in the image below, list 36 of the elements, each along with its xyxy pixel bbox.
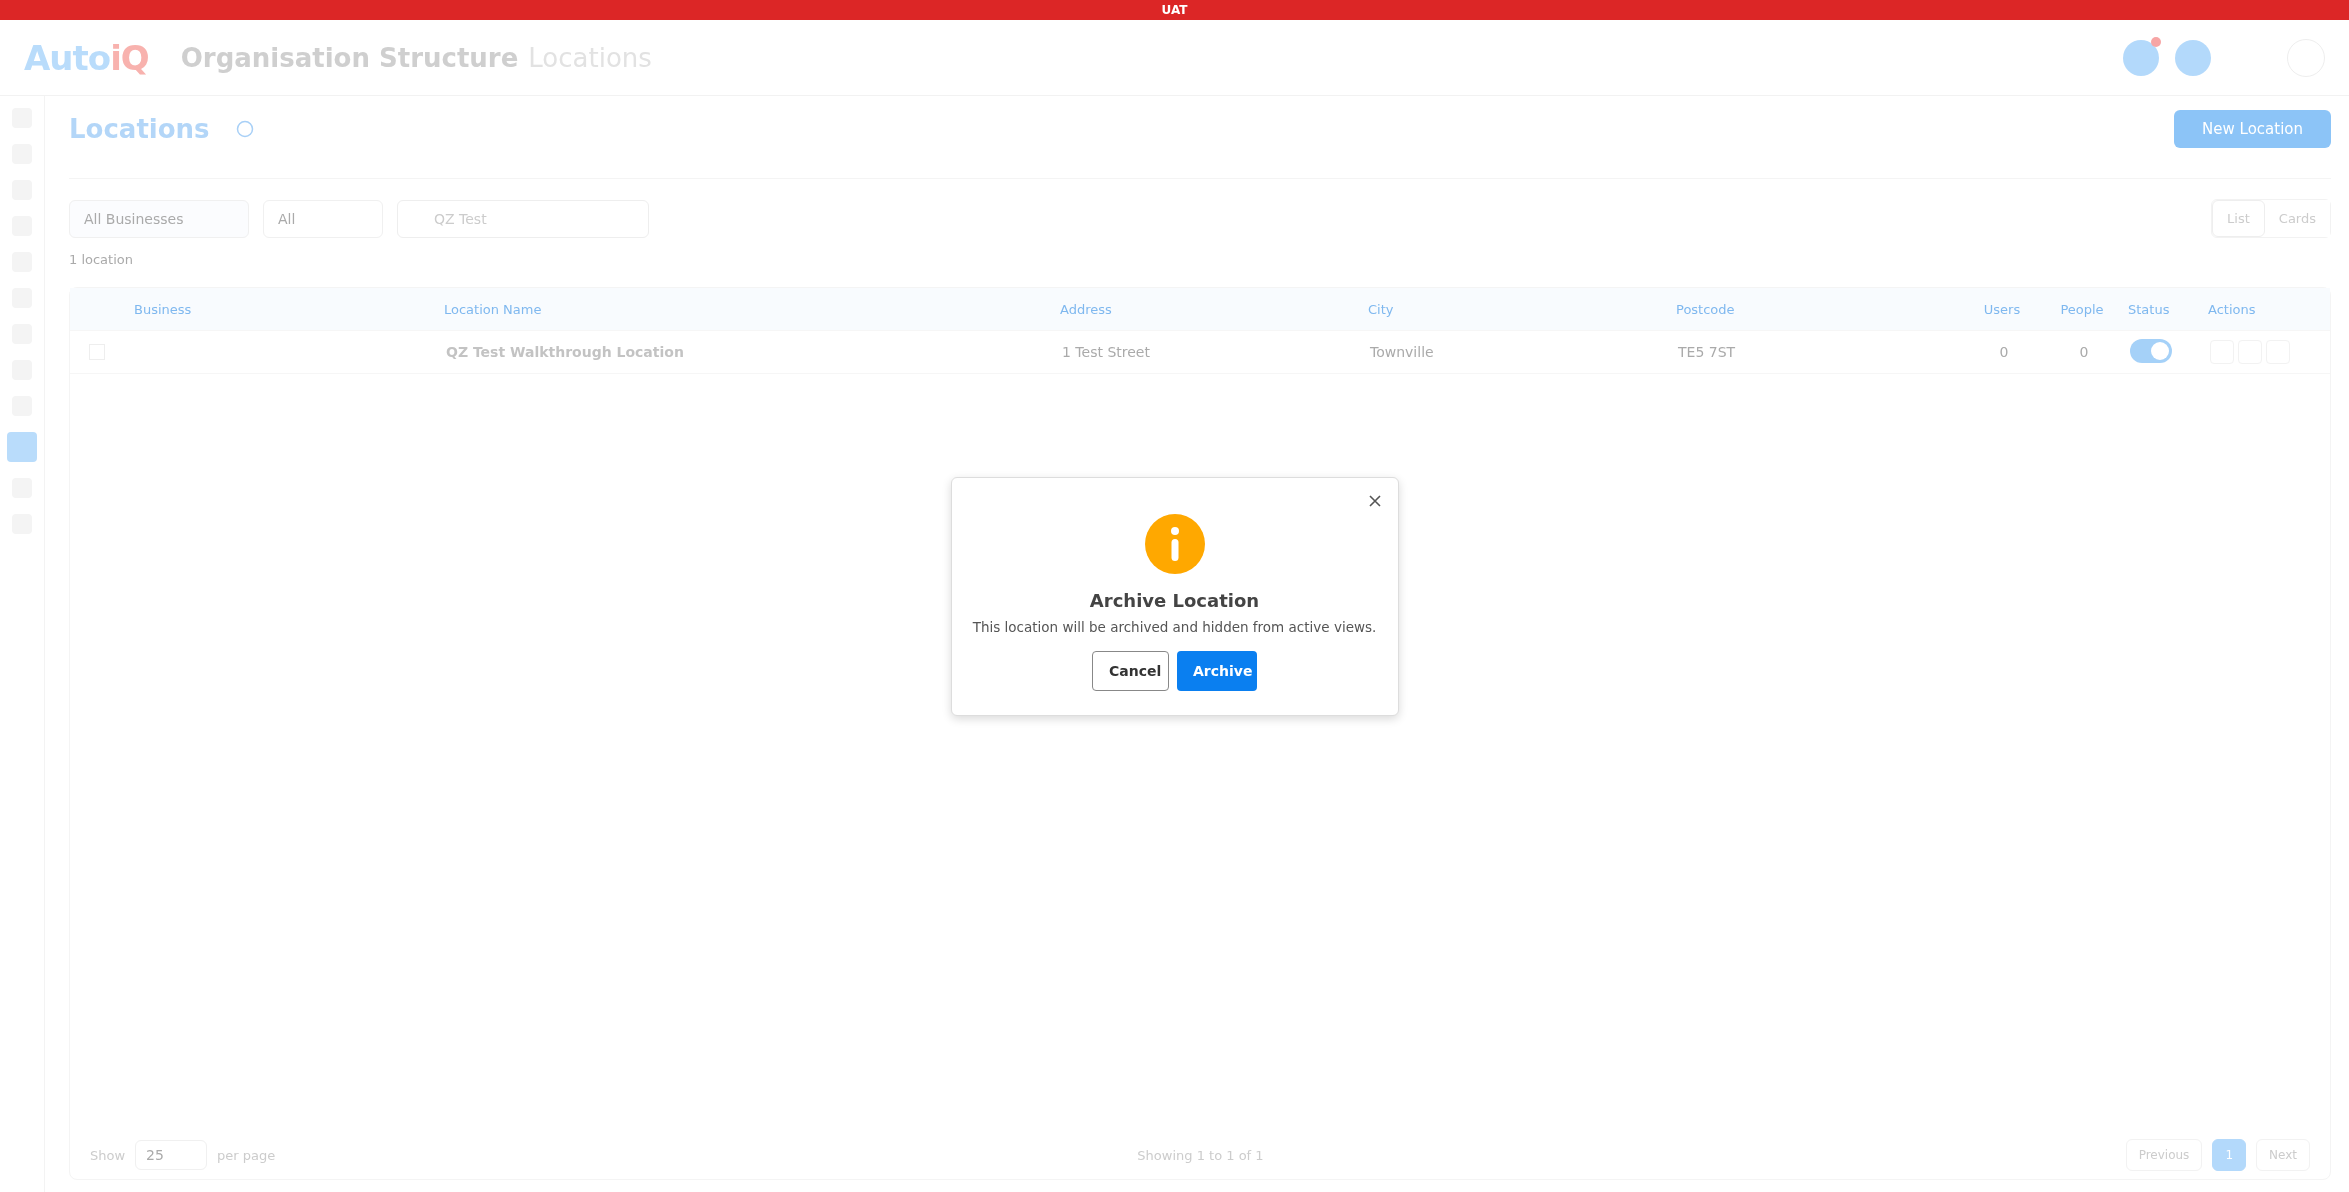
- sidebar-item[interactable]: [7, 432, 37, 462]
- table-cell-text: 0: [1998, 344, 2010, 360]
- logo: AutoiQ: [24, 37, 149, 78]
- column-header: Actions: [2207, 301, 2257, 317]
- new-location-button[interactable]: New Location: [2174, 110, 2331, 148]
- column-header: Status: [2127, 301, 2171, 317]
- dialog-message: This location will be archived and hidden from active views.: [972, 619, 1377, 635]
- cancel-button[interactable]: Cancel: [1092, 651, 1169, 691]
- column-header: People: [2059, 301, 2105, 317]
- info-icon: [1144, 514, 1205, 574]
- page-size-dropdown[interactable]: 25: [135, 1140, 208, 1170]
- table-cell-text: QZ Test Walkthrough Location: [445, 344, 685, 360]
- notification-dot: [2151, 36, 2161, 47]
- column-header: Postcode: [1675, 301, 1736, 317]
- page-title: Locations: [69, 114, 210, 144]
- notification-button[interactable]: [2123, 39, 2159, 76]
- environment-banner: UAT: [0, 0, 2349, 20]
- result-count: 1 location: [69, 252, 134, 267]
- page-button[interactable]: 1: [2212, 1139, 2246, 1171]
- column-header: City: [1367, 301, 1395, 317]
- table-cell-text: 1 Test Street: [1061, 344, 1151, 360]
- column-header: Users: [1982, 301, 2022, 317]
- business-dropdown[interactable]: All Businesses: [69, 199, 249, 238]
- table-cell-text: TE5 7ST: [1677, 344, 1737, 360]
- info-icon: [235, 120, 254, 138]
- status-toggle[interactable]: [2130, 338, 2172, 363]
- column-header: Location Name: [443, 301, 543, 317]
- help-button[interactable]: [2175, 39, 2211, 76]
- table-cell-text: Townville: [1369, 344, 1435, 360]
- dialog-title: Archive Location: [1089, 590, 1260, 611]
- close-icon: [1367, 494, 1382, 508]
- status-dropdown[interactable]: All: [263, 199, 383, 238]
- column-header: Address: [1059, 301, 1113, 317]
- archive-button[interactable]: Archive: [1177, 651, 1257, 691]
- table-cell-text: 0: [2078, 344, 2090, 360]
- column-header: Business: [133, 301, 193, 317]
